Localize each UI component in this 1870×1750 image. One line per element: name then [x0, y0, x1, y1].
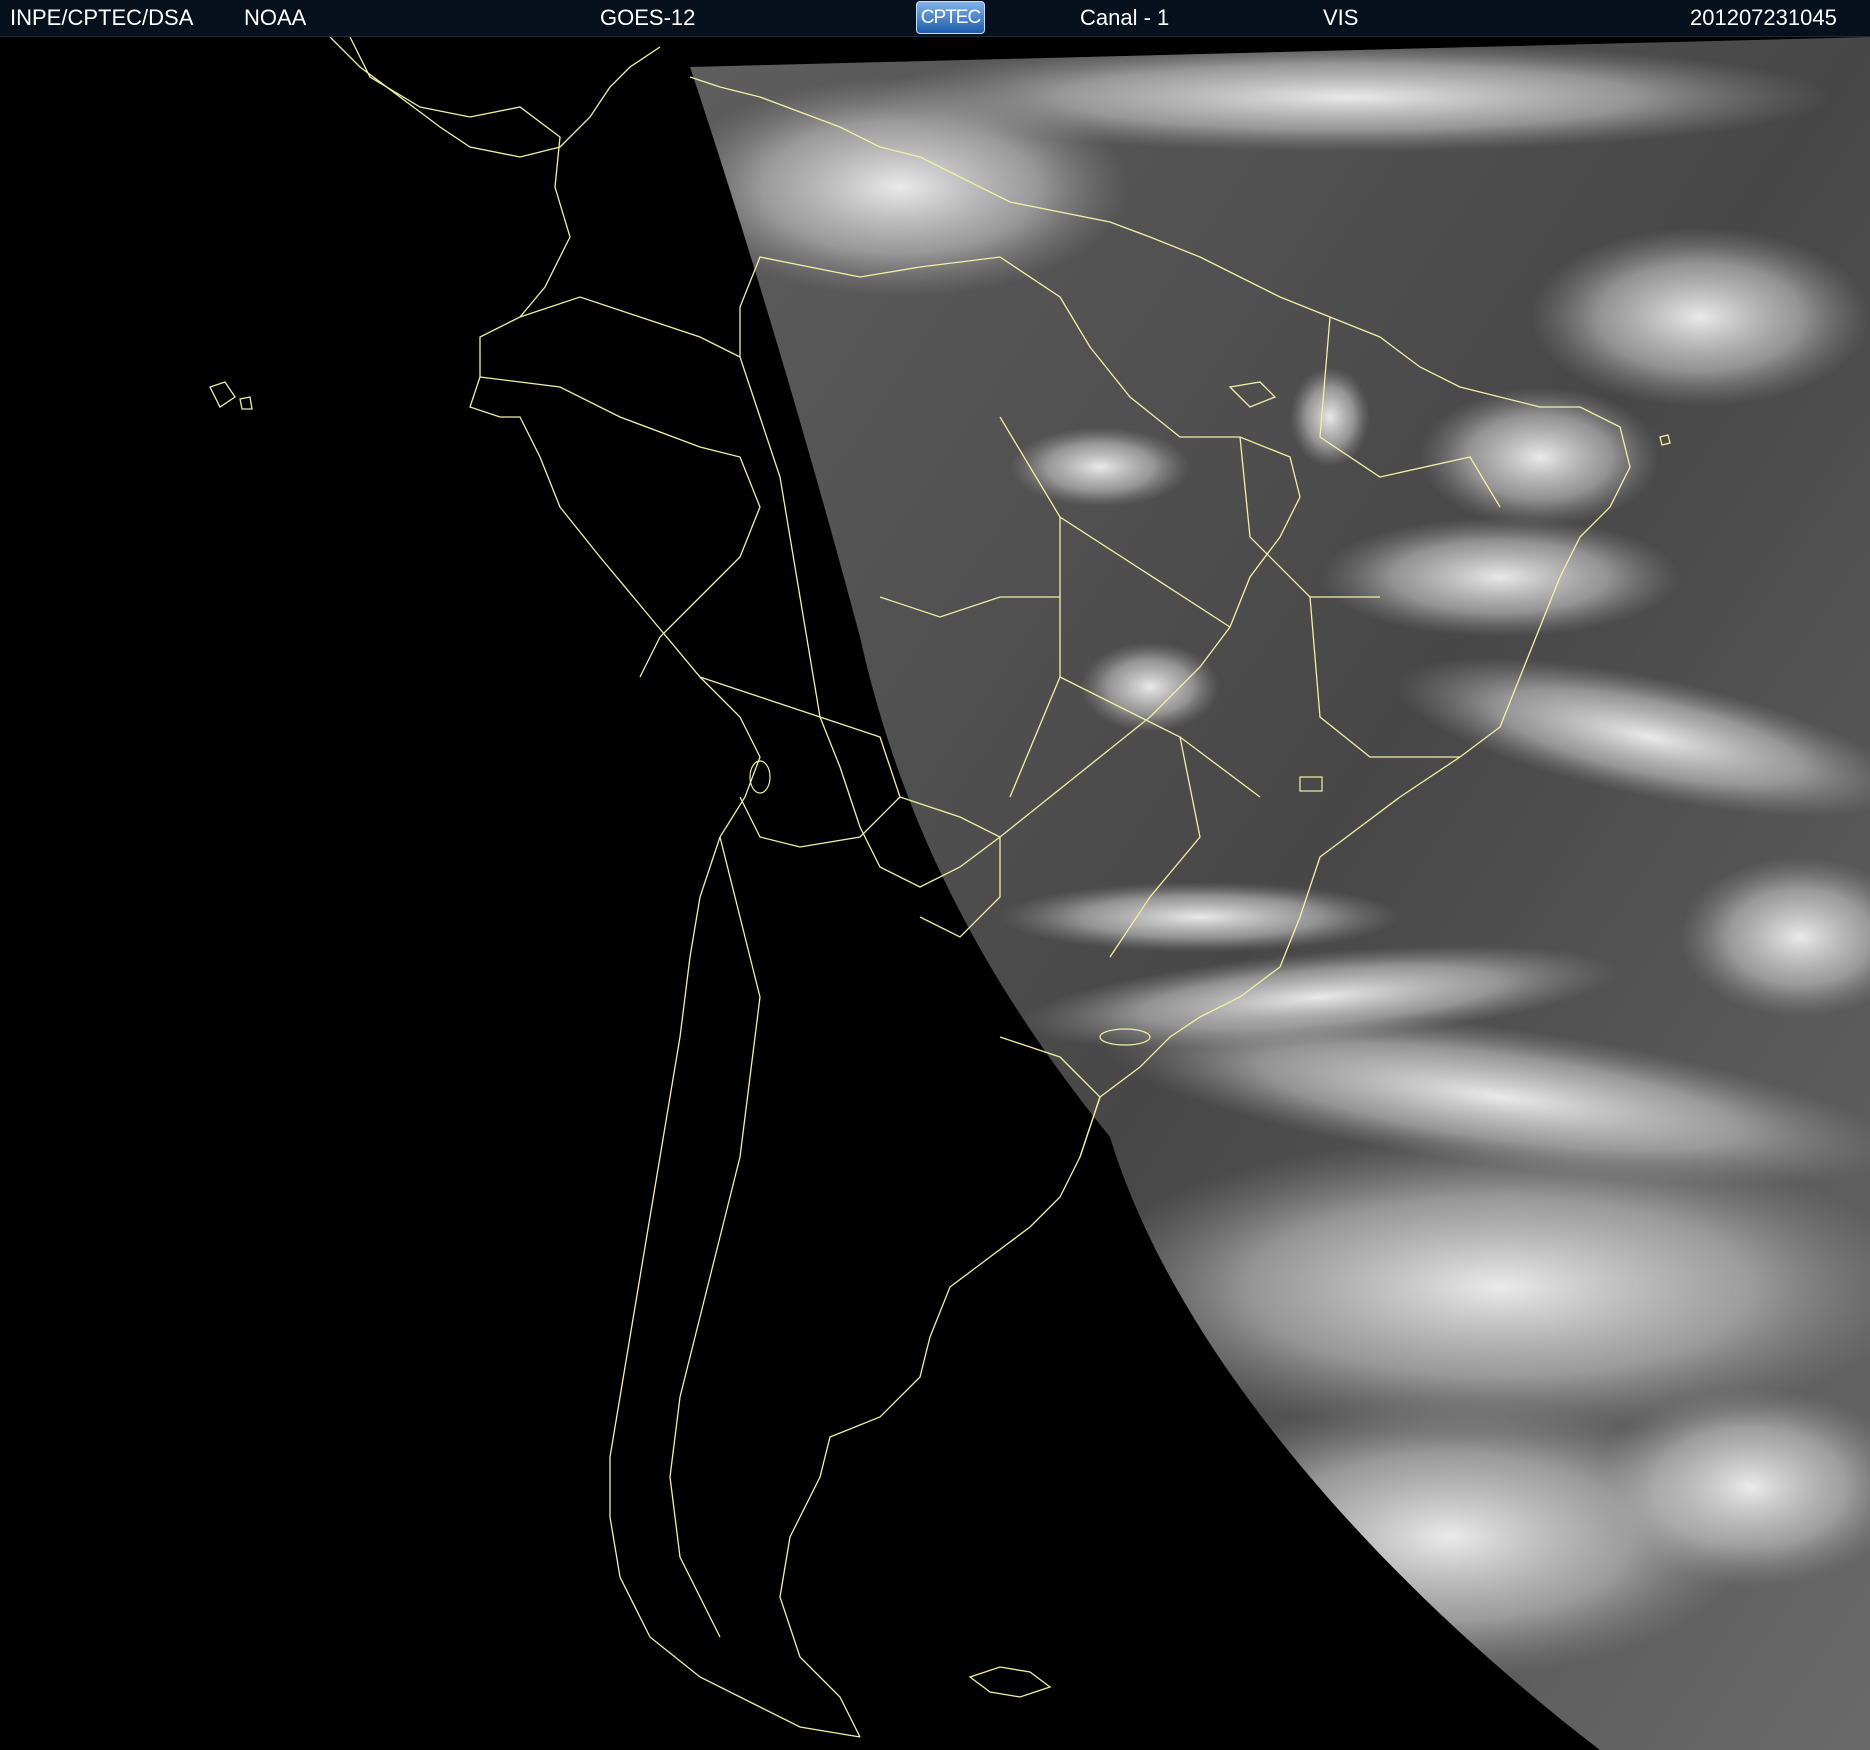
- satellite-map-svg: [209, 37, 1870, 1750]
- argentina-chile-border: [669, 836, 761, 1638]
- cptec-logo: CPTEC: [916, 1, 985, 34]
- band-label: VIS: [1323, 5, 1359, 30]
- satellite-map: [0, 37, 1870, 1750]
- falkland-islands: [968, 1666, 1052, 1698]
- galapagos-islands: [209, 381, 253, 410]
- central-america-outline: [329, 37, 661, 158]
- logo-text: CPTEC: [920, 7, 981, 28]
- image-header-bar: INPE/CPTEC/DSA NOAA GOES-12 CPTEC Canal …: [0, 0, 1870, 37]
- channel-label: Canal - 1: [1080, 5, 1170, 30]
- provider-label: NOAA: [244, 5, 307, 30]
- satellite-label: GOES-12: [600, 5, 696, 30]
- agency-label: INPE/CPTEC/DSA: [10, 5, 194, 30]
- timestamp-label: 201207231045: [1690, 5, 1837, 30]
- colombia-border: [519, 296, 741, 358]
